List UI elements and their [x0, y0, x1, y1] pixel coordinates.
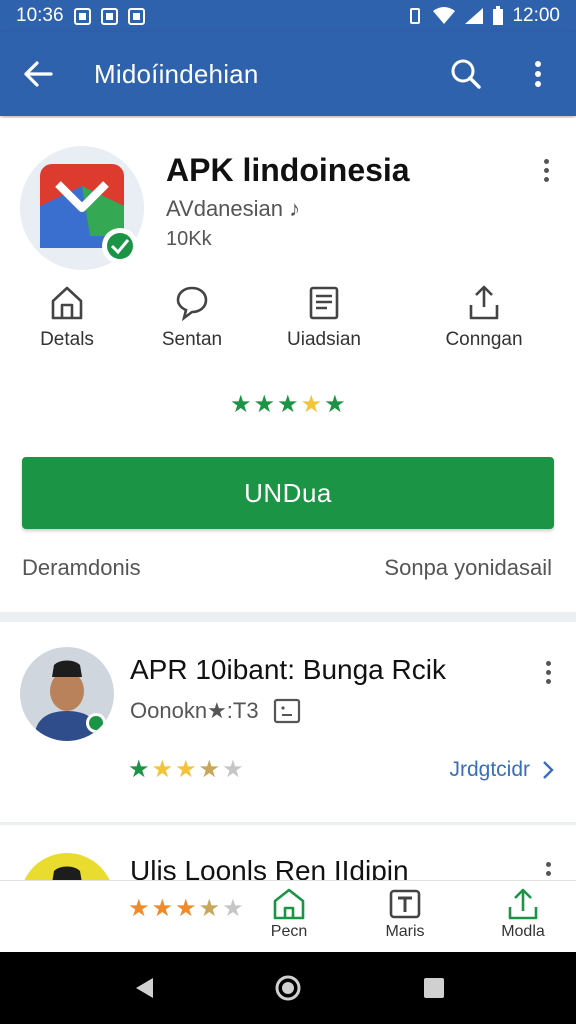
star-full-icon: ★: [253, 391, 276, 418]
star-half-icon: ★: [198, 895, 221, 922]
page-title: Midoíindehian: [94, 58, 259, 89]
battery-icon: [493, 6, 504, 25]
tab-reviews[interactable]: Sentan: [132, 285, 252, 351]
app-size: 10Kk: [166, 228, 212, 250]
chevron-right-icon: [543, 761, 554, 779]
chat-bubble-icon: [176, 286, 208, 321]
home-icon: [51, 286, 83, 320]
list-item-subtitle-row: Oonokn★:T3: [130, 698, 301, 724]
gallery-notification-icon: [127, 7, 145, 25]
star-full-icon: ★: [151, 756, 174, 783]
badge-icon: [273, 698, 300, 724]
nav-home[interactable]: Pecn: [244, 887, 334, 941]
developer-link[interactable]: Deramdonis: [22, 555, 141, 581]
arrow-back-icon: [24, 61, 53, 87]
tab-reviews-label: Sentan: [161, 329, 223, 350]
list-item-title: APR 10ibant: Bunga Rcik: [130, 654, 446, 685]
section-divider: [0, 612, 576, 622]
list-item-subtitle: Oonokn★:T3: [130, 698, 259, 723]
nav-upload[interactable]: Modla: [478, 887, 568, 941]
star-full-icon: ★: [198, 756, 221, 783]
tab-similar[interactable]: Uiadsian: [264, 285, 384, 351]
install-button[interactable]: UNDua: [22, 457, 554, 529]
wifi-icon: [433, 7, 456, 24]
system-back-button[interactable]: [128, 972, 160, 1004]
app-bar: Midoíindehian: [0, 32, 576, 116]
star-full-icon: ★: [128, 895, 150, 922]
app-developer[interactable]: AVdanesian ♪: [166, 196, 300, 222]
more-options-button[interactable]: [520, 56, 556, 92]
list-item-link[interactable]: Jrdgtcidr: [449, 758, 554, 782]
list-item[interactable]: APR 10ibant: Bunga Rcik Oonokn★:T3 ★ ★ ★…: [0, 622, 576, 822]
tab-details-label: Detals: [40, 329, 94, 350]
system-recents-button[interactable]: [418, 972, 450, 1004]
circle-home-icon: [275, 975, 301, 1001]
star-full-icon: ★: [175, 895, 197, 922]
status-bar: 10:36 12:00: [0, 0, 576, 32]
nav-texts[interactable]: Maris: [360, 887, 450, 941]
system-home-button[interactable]: [272, 972, 304, 1004]
list-item-rating: ★ ★ ★ ★ ★: [128, 758, 244, 782]
app-tabs: Detals Sentan Uiadsian Conngan: [0, 285, 576, 365]
notification-icon: [73, 7, 91, 25]
search-button[interactable]: [448, 56, 484, 92]
star-full-icon: ★: [175, 756, 197, 783]
star-half-icon: ★: [324, 391, 346, 418]
vibrate-icon: [410, 8, 421, 24]
upload-icon: [508, 888, 538, 920]
document-icon: [309, 286, 339, 320]
app-rating-stars: ★ ★ ★ ★ ★: [230, 393, 346, 417]
list-item-link-label: Jrdgtcidr: [449, 758, 530, 781]
star-full-icon: ★: [277, 391, 299, 418]
more-info-link[interactable]: Sonpa yonidasail: [384, 555, 552, 581]
photo-notification-icon: [100, 7, 118, 25]
search-icon: [451, 59, 481, 89]
list-item-rating: ★ ★ ★ ★ ★: [128, 897, 244, 921]
tab-similar-label: Uiadsian: [287, 329, 361, 350]
triangle-back-icon: [136, 978, 153, 998]
person-avatar-icon: [20, 647, 114, 741]
list-item-more-button[interactable]: [536, 654, 560, 690]
star-empty-icon: ★: [222, 756, 244, 783]
text-box-icon: [389, 889, 421, 919]
signal-icon: [465, 8, 484, 24]
status-time-right: 12:00: [512, 5, 560, 26]
avatar: [20, 647, 114, 741]
system-navigation-bar: [0, 952, 576, 1024]
star-full-icon: ★: [230, 391, 252, 418]
more-vert-icon: [535, 61, 541, 87]
share-icon: [469, 285, 499, 320]
tab-details[interactable]: Detals: [7, 285, 127, 351]
nav-texts-label: Maris: [385, 923, 425, 940]
home-outline-icon: [273, 888, 305, 920]
star-full-icon: ★: [151, 895, 174, 922]
tab-share[interactable]: Conngan: [424, 285, 544, 351]
star-full-icon: ★: [300, 391, 323, 418]
nav-home-label: Pecn: [270, 923, 308, 940]
app-links: Deramdonis Sonpa yonidasail: [22, 555, 552, 581]
app-name: APK lindoinesia: [166, 152, 410, 188]
nav-upload-label: Modla: [501, 923, 545, 940]
back-button[interactable]: [20, 56, 56, 92]
bottom-navigation: ★ ★ ★ ★ ★ Pecn Maris Modla: [0, 880, 576, 952]
status-time: 10:36: [16, 5, 64, 26]
app-icon[interactable]: [20, 146, 144, 270]
app-logo-icon: [40, 164, 138, 264]
tab-share-label: Conngan: [445, 329, 523, 350]
app-more-button[interactable]: [534, 152, 558, 188]
star-full-icon: ★: [128, 756, 150, 783]
star-empty-icon: ★: [222, 895, 244, 922]
square-recents-icon: [424, 978, 444, 998]
